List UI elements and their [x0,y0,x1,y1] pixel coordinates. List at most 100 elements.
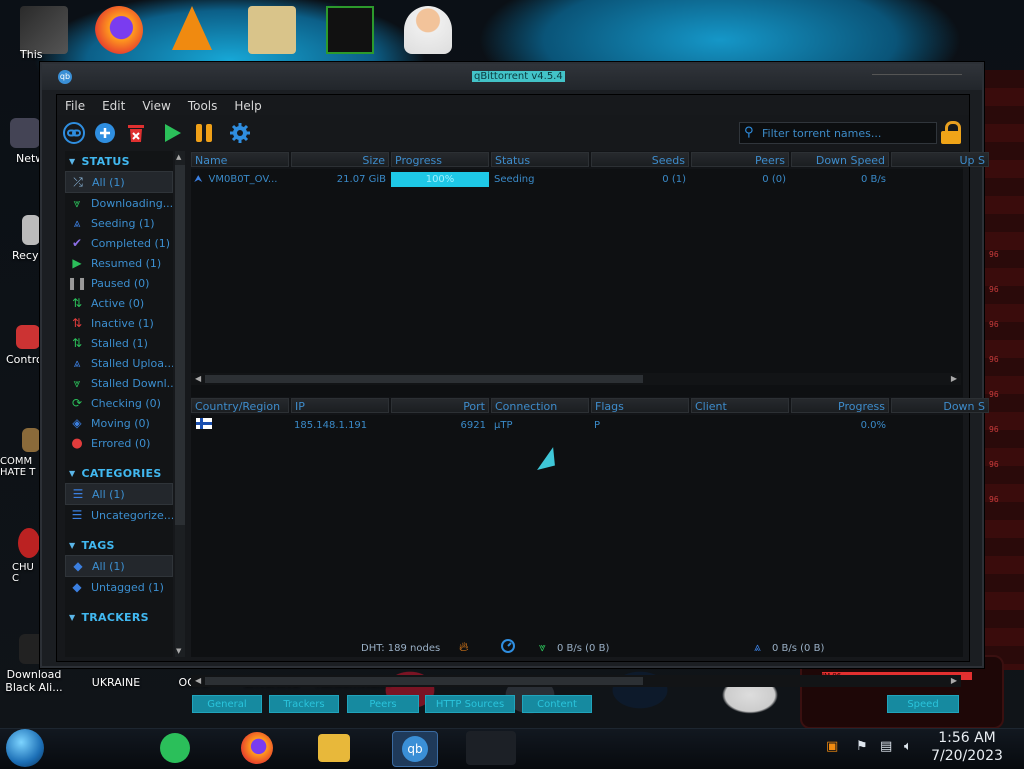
filter-torrents-input[interactable]: ⚲ [739,122,937,144]
upload-speed-status[interactable]: 0 B/s (0 B) [772,643,824,654]
peer-row[interactable]: 185.148.1.191 6921 µTP P 0.0% [191,417,963,435]
tab-http-sources[interactable]: HTTP Sources [425,695,515,713]
trackers-section-header[interactable]: ▼ TRACKERS [65,607,173,627]
desktop-icon-tool[interactable] [20,6,68,54]
scroll-up-icon[interactable]: ▲ [176,153,181,161]
column-header[interactable]: Flags [591,398,689,413]
desktop-icon-network[interactable]: Netw [0,118,44,165]
scroll-thumb[interactable] [175,165,185,525]
pause-icon[interactable] [193,122,215,144]
filter-input[interactable] [760,124,934,142]
sidebar-scrollbar[interactable]: ▲ ▼ [175,151,185,657]
flag-icon[interactable]: ⚑ [856,739,868,754]
column-header[interactable]: IP [291,398,389,413]
collapse-icon[interactable]: ▼ [69,541,75,550]
status-filter-item[interactable]: ◈ Moving (0) [65,413,173,433]
tab-content[interactable]: Content [522,695,592,713]
scroll-left-icon[interactable]: ◀ [195,675,201,687]
menu-edit[interactable]: Edit [94,97,134,113]
desktop-icon-comm-hate[interactable]: COMM HATE T [0,428,40,478]
collapse-icon[interactable]: ▼ [69,613,75,622]
tags-section-header[interactable]: ▼ TAGS [65,535,173,555]
menu-file[interactable]: File [57,97,94,113]
column-header[interactable]: Client [691,398,789,413]
tab-speed[interactable]: Speed [887,695,959,713]
scroll-thumb[interactable] [205,677,643,685]
menu-tools[interactable]: Tools [180,97,227,113]
notes-app-icon[interactable] [160,733,190,763]
tray-app-icon[interactable]: ▣ [826,739,838,754]
volume-icon[interactable]: 🔈︎ [904,739,912,754]
column-header[interactable]: Down Speed [791,152,889,167]
download-speed-status[interactable]: 0 B/s (0 B) [557,643,609,654]
column-header[interactable]: Progress [391,152,489,167]
maze-desktop-icon[interactable] [326,6,374,54]
status-filter-item[interactable]: ⇅ Inactive (1) [65,313,173,333]
status-filter-item[interactable]: ⟳ Checking (0) [65,393,173,413]
lock-icon[interactable] [941,121,961,144]
categories-section-header[interactable]: ▼ CATEGORIES [65,463,173,483]
column-header[interactable]: Port [391,398,489,413]
doctor-desktop-icon[interactable] [404,6,452,54]
status-filter-item[interactable]: ⤮ All (1) [65,171,173,193]
status-filter-item[interactable]: ⩔ Downloading... [65,193,173,213]
clock[interactable]: 1:56 AM 7/20/2023 [922,729,1012,765]
status-filter-item[interactable]: ⇅ Active (0) [65,293,173,313]
status-filter-item[interactable]: ▶ Resumed (1) [65,253,173,273]
speed-limit-icon[interactable] [501,639,515,656]
column-header[interactable]: Name [191,152,289,167]
desktop-icon-this-pc[interactable]: This [0,48,42,61]
menu-help[interactable]: Help [226,97,270,113]
column-header[interactable]: Status [491,152,589,167]
column-header[interactable]: Size [291,152,389,167]
taskmanager-taskbar-icon[interactable] [466,731,516,765]
add-torrent-icon[interactable] [94,122,116,144]
tab-peers[interactable]: Peers [347,695,419,713]
category-filter-item[interactable]: ☰ All (1) [65,483,173,505]
collapse-icon[interactable]: ▼ [69,469,75,478]
scroll-left-icon[interactable]: ◀ [195,373,201,385]
desktop-icon-control-panel[interactable]: Contro [0,325,43,366]
column-header[interactable]: Peers [691,152,789,167]
desktop-icon-chu[interactable]: CHU C [0,528,40,584]
tab-trackers[interactable]: Trackers [269,695,339,713]
gear-icon[interactable] [229,122,251,144]
status-filter-item[interactable]: ⩓ Seeding (1) [65,213,173,233]
status-filter-item[interactable]: ● Errored (0) [65,433,173,453]
tab-general[interactable]: General [192,695,262,713]
column-header[interactable]: Seeds [591,152,689,167]
menu-view[interactable]: View [134,97,179,113]
scroll-right-icon[interactable]: ▶ [951,373,957,385]
qbittorrent-taskbar-icon[interactable]: qb [392,731,438,767]
status-filter-item[interactable]: ❚❚ Paused (0) [65,273,173,293]
desktop-icon-recycle-bin[interactable]: Recyc [0,215,45,262]
resume-icon[interactable] [161,122,183,144]
category-filter-item[interactable]: ☰ Uncategorize... [65,505,173,525]
status-filter-item[interactable]: ⇅ Stalled (1) [65,333,173,353]
status-filter-item[interactable]: ⩔ Stalled Downl... [65,373,173,393]
desktop-icon-ukraine[interactable]: UKRAINE [86,676,146,689]
delete-icon[interactable] [125,122,147,144]
torrent-table-hscroll[interactable]: ◀ ▶ [191,373,961,385]
flame-icon[interactable]: 🔥︎ [459,640,469,655]
add-link-icon[interactable] [63,122,85,144]
title-bar[interactable]: qb qBittorrent v4.5.4 [42,64,982,90]
status-filter-item[interactable]: ⩓ Stalled Uploa... [65,353,173,373]
firefox-desktop-icon[interactable] [95,6,143,54]
firefox-taskbar-icon[interactable] [241,732,273,764]
column-header[interactable]: Up S [891,152,989,167]
column-header[interactable]: Connection [491,398,589,413]
vlc-desktop-icon[interactable] [172,6,212,50]
start-button[interactable] [6,729,44,767]
collapse-icon[interactable]: ▼ [69,157,75,166]
column-header[interactable]: Down S [891,398,989,413]
tag-filter-item[interactable]: ◆ All (1) [65,555,173,577]
status-filter-item[interactable]: ✔ Completed (1) [65,233,173,253]
scroll-right-icon[interactable]: ▶ [951,675,957,687]
tag-filter-item[interactable]: ◆ Untagged (1) [65,577,173,597]
scroll-thumb[interactable] [205,375,643,383]
table-row[interactable]: ⮝ VM0B0T_OV... 21.07 GiB 100% Seeding 0 (… [191,171,963,189]
status-section-header[interactable]: ▼ STATUS [65,151,173,171]
peers-table-hscroll[interactable]: ◀ ▶ [191,675,961,687]
column-header[interactable]: Progress [791,398,889,413]
